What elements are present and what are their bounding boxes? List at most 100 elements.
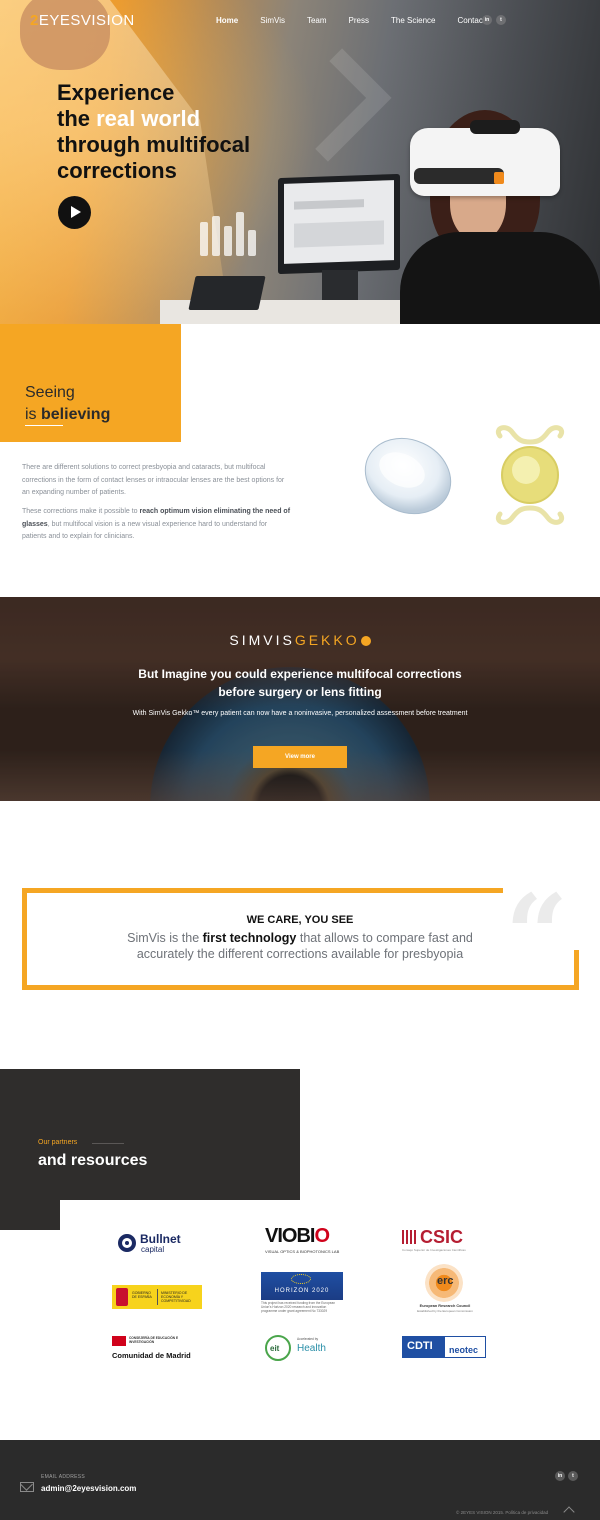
seeing-title-prefix: is <box>25 406 41 423</box>
site-logo[interactable]: 2EYESVISION <box>30 12 135 32</box>
partners-label: Our partners <box>38 1139 78 1146</box>
horizon-funding-note: This project has received funding from t… <box>261 1301 336 1313</box>
madrid-flag-icon <box>112 1336 126 1346</box>
hero-line-1: Experience <box>57 80 175 105</box>
twitter-icon[interactable]: t <box>568 1471 578 1481</box>
partners-header-block <box>0 1069 300 1200</box>
view-more-button[interactable]: View more <box>253 746 347 768</box>
nav-link-simvis[interactable]: SimVis <box>260 16 285 25</box>
hero-highlight: real world <box>96 106 201 131</box>
partners-title: and resources <box>38 1152 148 1169</box>
neotec-name: neotec <box>449 1345 479 1355</box>
partner-logo-erc[interactable]: erc European Research Council Establishe… <box>415 1264 475 1316</box>
partner-logo-eit-health[interactable]: eit Accelerated by Health <box>265 1335 340 1363</box>
viobio-sub: VISUAL OPTICS & BIOPHOTONICS LAB <box>265 1249 340 1254</box>
linkedin-icon[interactable]: in <box>555 1471 565 1481</box>
care-frame-right <box>574 950 579 990</box>
gekko-logo-dot <box>360 636 371 647</box>
hero-line-2-text: the <box>57 106 97 131</box>
hero-line-4: corrections <box>57 158 177 183</box>
hero-lab-bottles <box>196 186 266 256</box>
simvis-gekko-logo: SIMVISGEKKO <box>0 632 600 648</box>
viobio-name-a: VIOBI <box>265 1225 315 1247</box>
quote-icon: “ <box>505 870 569 999</box>
nav-link-press[interactable]: Press <box>349 16 369 25</box>
care-text-a: SimVis is the <box>127 931 203 945</box>
nav-link-home[interactable]: Home <box>216 16 238 25</box>
partners-divider <box>92 1143 124 1144</box>
email-link[interactable]: admin@2eyesvision.com <box>41 1484 136 1493</box>
bullnet-ring-icon <box>118 1234 136 1252</box>
partner-logo-csic[interactable]: CSIC Consejo Superior de Investigaciones… <box>402 1227 487 1254</box>
bullnet-name: Bullnet <box>140 1232 181 1246</box>
play-icon <box>71 206 81 218</box>
copyright-text: © 2EYES VISION 2015. Política de privaci… <box>456 1510 549 1515</box>
madrid-consejeria: CONSEJERÍA DE EDUCACIÓN E INVESTIGACIÓN <box>129 1336 179 1344</box>
erc-name: erc <box>437 1275 454 1287</box>
partner-logo-bullnet[interactable]: Bullnet capital <box>118 1232 198 1256</box>
email-label: EMAIL ADDRESS <box>41 1474 86 1480</box>
care-frame-bottom <box>22 985 579 990</box>
hero-monitor <box>278 173 400 275</box>
gekko-headline-1: But Imagine you could experience multifo… <box>138 667 462 681</box>
madrid-name: Comunidad de Madrid <box>112 1351 191 1360</box>
horizon-banner: HORIZON 2020 <box>261 1272 343 1300</box>
logo-number: 2 <box>30 12 39 29</box>
mail-icon <box>20 1482 34 1492</box>
seeing-title-line-1: Seeing <box>25 384 75 401</box>
play-video-button[interactable] <box>58 196 91 229</box>
gekko-headline: But Imagine you could experience multifo… <box>0 665 600 701</box>
seeing-paragraph-1: There are different solutions to correct… <box>22 464 285 496</box>
erc-sub-2: Established by the European Commission <box>417 1309 473 1313</box>
care-frame-left <box>22 888 27 990</box>
eit-name: eit <box>270 1344 280 1353</box>
csic-sub: Consejo Superior de Investigaciones Cien… <box>402 1248 466 1252</box>
nav-menu: Home SimVis Team Press The Science Conta… <box>216 16 507 25</box>
eit-accelerated: Accelerated by <box>297 1337 319 1341</box>
partner-logo-gobierno[interactable]: GOBIERNO DE ESPAÑA MINISTERIO DE ECONOMÍ… <box>112 1285 202 1309</box>
simvis-headset-image <box>410 120 560 196</box>
care-text: SimVis is the first technology that allo… <box>100 930 500 962</box>
partners-header-tail <box>0 1200 60 1230</box>
hero-headline: Experience the real world through multif… <box>57 80 317 184</box>
nav-link-contact[interactable]: Contact <box>457 16 485 25</box>
bullnet-sub: capital <box>141 1245 165 1254</box>
partner-logo-comunidad-madrid[interactable]: CONSEJERÍA DE EDUCACIÓN E INVESTIGACIÓN … <box>112 1334 202 1362</box>
seeing-title-line-2: is believing <box>25 404 110 426</box>
nav-link-team[interactable]: Team <box>307 16 327 25</box>
logo-text: EYESVISION <box>38 12 135 29</box>
hero-patient-body <box>400 232 600 324</box>
partner-logo-horizon-2020[interactable]: HORIZON 2020 This project has received f… <box>261 1272 343 1322</box>
seeing-paragraph-2: These corrections make it possible to re… <box>22 506 292 544</box>
seeing-paragraph-2-a: These corrections make it possible to <box>22 508 140 515</box>
hero-keyboard <box>188 276 266 310</box>
viobio-name-o: O <box>314 1225 330 1247</box>
intraocular-lens-image <box>496 425 564 525</box>
eu-stars-icon <box>291 1274 311 1284</box>
seeing-underline <box>25 425 63 426</box>
cdti-name: CDTI <box>407 1340 433 1352</box>
viobio-name: VIOBIO <box>265 1225 350 1248</box>
gekko-subline: With SimVis Gekko™ every patient can now… <box>132 710 468 717</box>
hero-line-3: through multifocal <box>57 132 251 157</box>
eit-circle-icon: eit <box>265 1335 291 1361</box>
partner-logo-viobio[interactable]: VIOBIO VISUAL OPTICS & BIOPHOTONICS LAB <box>265 1225 350 1255</box>
eit-health: Health <box>297 1343 326 1354</box>
header-social-links: in t <box>482 15 506 25</box>
nav-link-the-science[interactable]: The Science <box>391 16 435 25</box>
linkedin-icon[interactable]: in <box>482 15 492 25</box>
gekko-headline-2: before surgery or lens fitting <box>218 685 382 699</box>
site-footer <box>0 1440 600 1520</box>
gobierno-name: GOBIERNO DE ESPAÑA <box>132 1291 152 1299</box>
gekko-logo-gekko: GEKKO <box>294 632 360 648</box>
hero-line-2: the real world <box>57 106 317 132</box>
top-navigation: 2EYESVISION Home SimVis Team Press The S… <box>0 0 600 40</box>
care-text-bold: first technology <box>202 931 297 945</box>
footer-social-links: in t <box>555 1471 578 1481</box>
twitter-icon[interactable]: t <box>496 15 506 25</box>
partner-logo-cdti-neotec[interactable]: CDTI neotec <box>402 1336 486 1358</box>
erc-sub-1: European Research Council <box>419 1304 471 1308</box>
care-frame-top <box>22 888 503 893</box>
gekko-logo-simvis: SIMVIS <box>229 632 295 648</box>
csic-name: CSIC <box>420 1227 464 1247</box>
